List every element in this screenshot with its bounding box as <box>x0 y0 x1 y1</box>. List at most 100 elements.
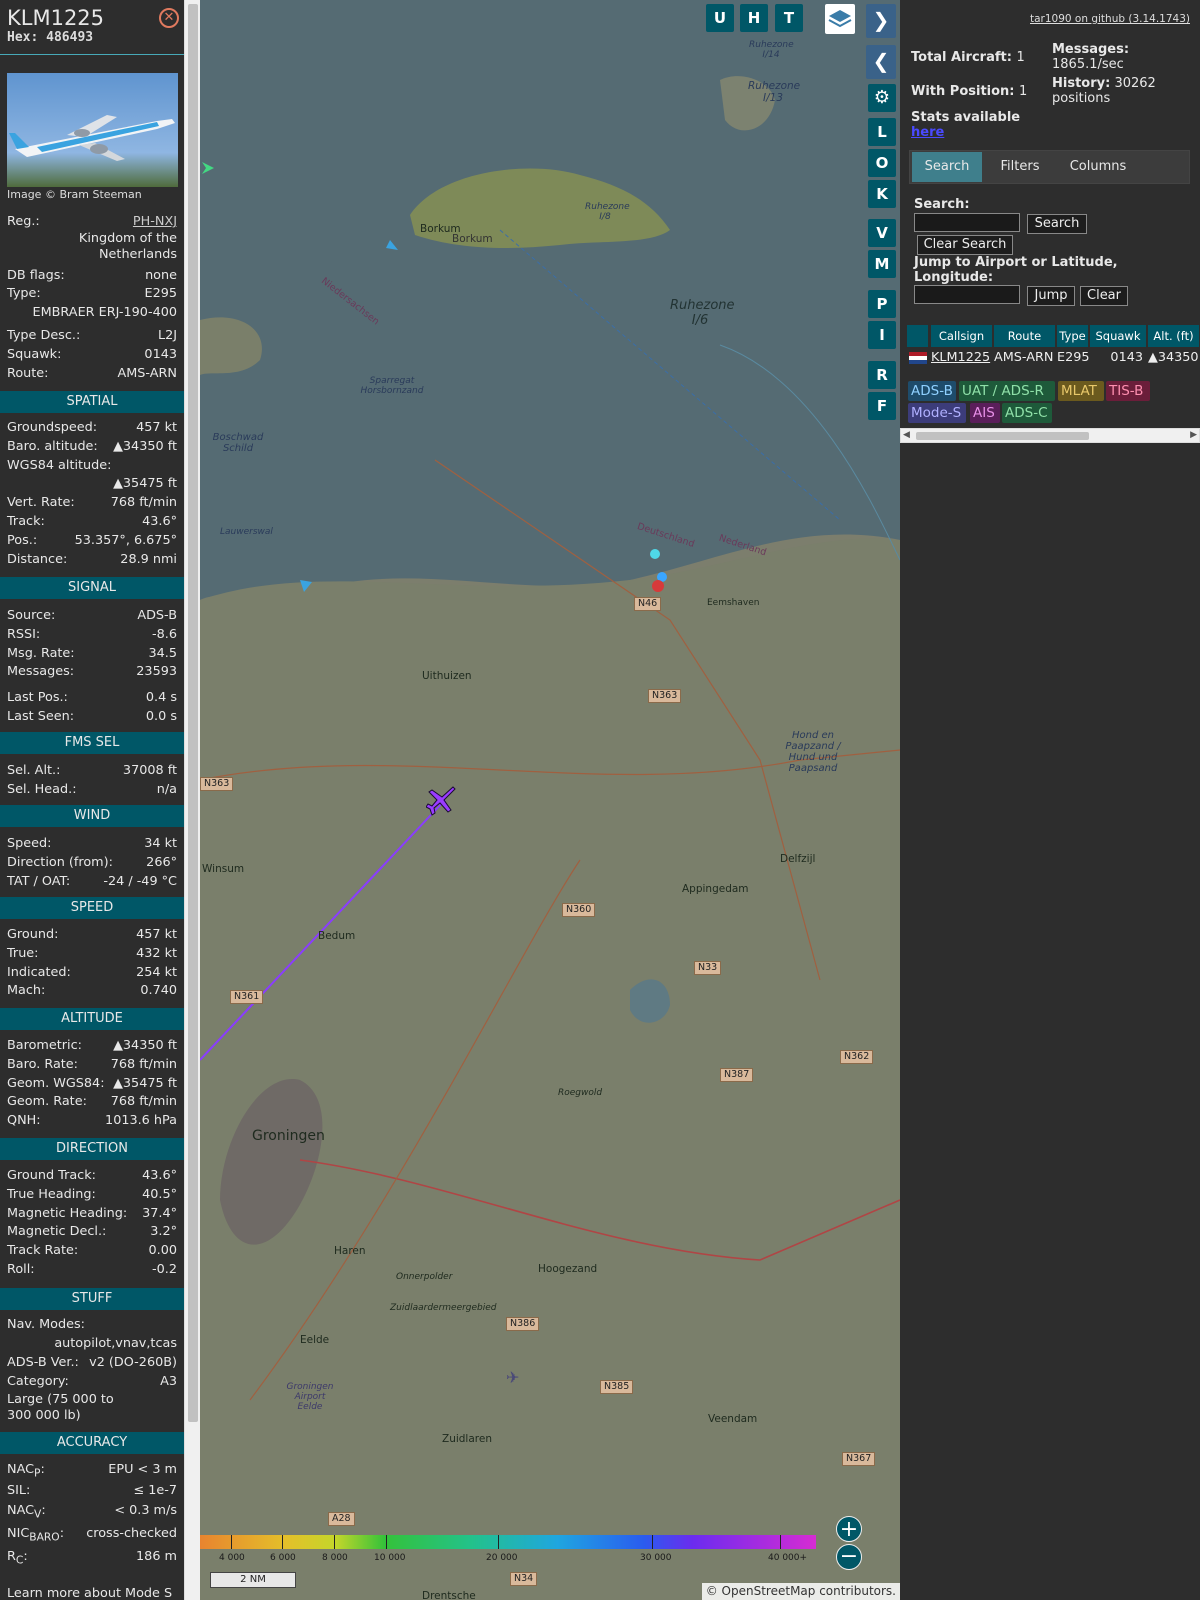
map-label-sparregat: Sparregat Horsbornzand <box>360 376 424 396</box>
close-icon[interactable]: ✕ <box>159 8 179 28</box>
column-header-type[interactable]: Type <box>1057 325 1089 347</box>
scrollbar-thumb[interactable] <box>916 432 1089 440</box>
stats-link[interactable]: here <box>911 125 1020 140</box>
adsb-version-row: ADS-B Ver.: v2 (DO-260B) <box>7 1355 177 1370</box>
dbflags-row: DB flags: none <box>7 268 177 283</box>
zoom-out-button[interactable]: − <box>836 1544 862 1570</box>
scrollbar-thumb[interactable] <box>188 4 198 1422</box>
altitude-scale-label: 4 000 <box>219 1553 245 1563</box>
zoom-in-button[interactable]: + <box>836 1516 862 1542</box>
toggle-m-button[interactable]: M <box>868 250 896 278</box>
altitude-scale-tick <box>231 1535 232 1549</box>
column-header-squawk[interactable]: Squawk <box>1090 325 1147 347</box>
infoblock-scrollbar[interactable] <box>184 0 200 1600</box>
altitude-scale-label: 30 000 <box>640 1553 672 1563</box>
toggle-l-button[interactable]: L <box>868 118 896 146</box>
source-badge-modes[interactable]: Mode-S <box>908 403 966 423</box>
section-stuff: STUFF <box>0 1288 184 1310</box>
source-badge-uat[interactable]: UAT / ADS-R <box>959 381 1055 401</box>
map-label-roegwold: Roegwold <box>558 1088 603 1098</box>
toggle-h-button[interactable]: H <box>740 4 768 32</box>
learn-more-link[interactable]: Learn more about Mode S <box>7 1584 177 1600</box>
row-label: Msg. Rate: <box>7 645 75 661</box>
typedesc-row: Type Desc.: L2J <box>7 328 177 343</box>
row-label: Roll: <box>7 1262 35 1277</box>
clear-button[interactable]: Clear <box>1080 286 1128 306</box>
altitude-row: Barometric: ▲34350 ft <box>7 1036 177 1055</box>
row-value: 0.4 s <box>145 690 177 705</box>
column-header-alt-ft[interactable]: Alt. (ft) <box>1148 325 1200 347</box>
source-badge-ais[interactable]: AIS <box>970 403 1000 423</box>
road-label: N387 <box>720 1068 754 1082</box>
toggle-u-button[interactable]: U <box>706 4 734 32</box>
altitude-scale-tick <box>386 1535 387 1549</box>
table-scrollbar[interactable]: ◀ ▶ <box>900 428 1200 443</box>
tab-search[interactable]: Search <box>912 152 982 182</box>
toggle-i-button[interactable]: I <box>868 321 896 349</box>
aircraft-icon[interactable] <box>425 786 458 818</box>
altitude-row: Geom. WGS84: ▲35475 ft <box>7 1074 177 1093</box>
source-badge-tisb[interactable]: TIS-B <box>1106 381 1150 401</box>
chevron-left-icon: ❮ <box>872 49 890 73</box>
map-canvas[interactable] <box>200 0 900 1600</box>
search-input[interactable] <box>914 213 1020 232</box>
map-label-boschwad: Boschwad Schild <box>212 432 264 454</box>
tab-filters[interactable]: Filters <box>985 152 1055 182</box>
row-value: 457 kt <box>136 420 177 435</box>
map-view[interactable]: ✈ Borkum Borkum Ruhezone I/6 Ruhezone I/… <box>200 0 900 1600</box>
row-value: ▲35475 ft <box>113 1075 177 1091</box>
cell-squawk: 0143 <box>1110 350 1143 365</box>
row-label: QNH: <box>7 1113 41 1129</box>
map-label-veendam: Veendam <box>708 1413 758 1425</box>
fms-row: Sel. Alt.: 37008 ft <box>7 761 177 780</box>
toggle-p-button[interactable]: P <box>868 290 896 318</box>
search-button[interactable]: Search <box>1027 214 1087 234</box>
aircraft-photo[interactable] <box>7 73 178 187</box>
selected-aircraft-marker[interactable] <box>425 786 458 818</box>
toggle-k-button[interactable]: K <box>868 180 896 208</box>
registration-link[interactable]: PH-NXJ <box>133 212 177 231</box>
row-value: 254 kt <box>136 964 177 980</box>
toggle-f-button[interactable]: F <box>868 392 896 420</box>
row-label: Barometric: <box>7 1038 82 1053</box>
source-badge-mlat[interactable]: MLAT <box>1058 381 1104 401</box>
map-label-eelde: Eelde <box>300 1334 330 1346</box>
expand-sidebar-button[interactable]: ❯ <box>866 4 896 38</box>
toggle-v-button[interactable]: V <box>868 219 896 247</box>
row-label: True Heading: <box>7 1186 96 1202</box>
scroll-right-icon[interactable]: ▶ <box>1190 430 1197 440</box>
toggle-o-button[interactable]: O <box>868 149 896 177</box>
total-aircraft: Total Aircraft: 1 <box>911 50 1025 65</box>
row-value: 37008 ft <box>122 763 177 778</box>
column-header-callsign[interactable]: Callsign <box>931 325 993 347</box>
row-value: 40.5° <box>142 1186 177 1202</box>
toggle-t-button[interactable]: T <box>775 4 803 32</box>
version-link[interactable]: tar1090 on github (3.14.1743) <box>1030 13 1190 25</box>
settings-button[interactable]: ⚙ <box>868 84 896 112</box>
row-value: -0.2 <box>152 1262 177 1277</box>
row-label: Last Seen: <box>7 709 75 724</box>
signal-row: Last Seen: 0.0 s <box>7 707 177 726</box>
jump-button[interactable]: Jump <box>1027 286 1075 306</box>
source-badge-adsb[interactable]: ADS-B <box>908 381 956 401</box>
row-value: 43.6° <box>142 1168 177 1183</box>
jump-input[interactable] <box>914 285 1020 304</box>
row-value: 23593 <box>136 664 177 680</box>
row-value: 0.740 <box>140 983 177 999</box>
signal-row: Msg. Rate: 34.5 <box>7 644 177 663</box>
collapse-sidebar-button[interactable]: ❮ <box>866 45 896 79</box>
speed-row: Mach: 0.740 <box>7 981 177 1000</box>
row-value: ▲35475 ft <box>113 476 177 492</box>
road-label: N363 <box>200 777 234 791</box>
layers-button[interactable] <box>825 4 855 34</box>
cell-type: E295 <box>1057 350 1090 365</box>
source-badge-adsc[interactable]: ADS-C <box>1002 403 1052 423</box>
cell-callsign[interactable]: KLM1225 <box>931 349 990 367</box>
column-header-route[interactable]: Route <box>994 325 1056 347</box>
clear-search-button[interactable]: Clear Search <box>917 235 1013 255</box>
toggle-r-button[interactable]: R <box>868 361 896 389</box>
column-header-flag[interactable] <box>907 325 929 347</box>
scroll-left-icon[interactable]: ◀ <box>903 430 910 440</box>
tab-columns[interactable]: Columns <box>1058 152 1138 182</box>
navmodes-value-row: autopilot,vnav,tcas <box>54 1336 177 1351</box>
